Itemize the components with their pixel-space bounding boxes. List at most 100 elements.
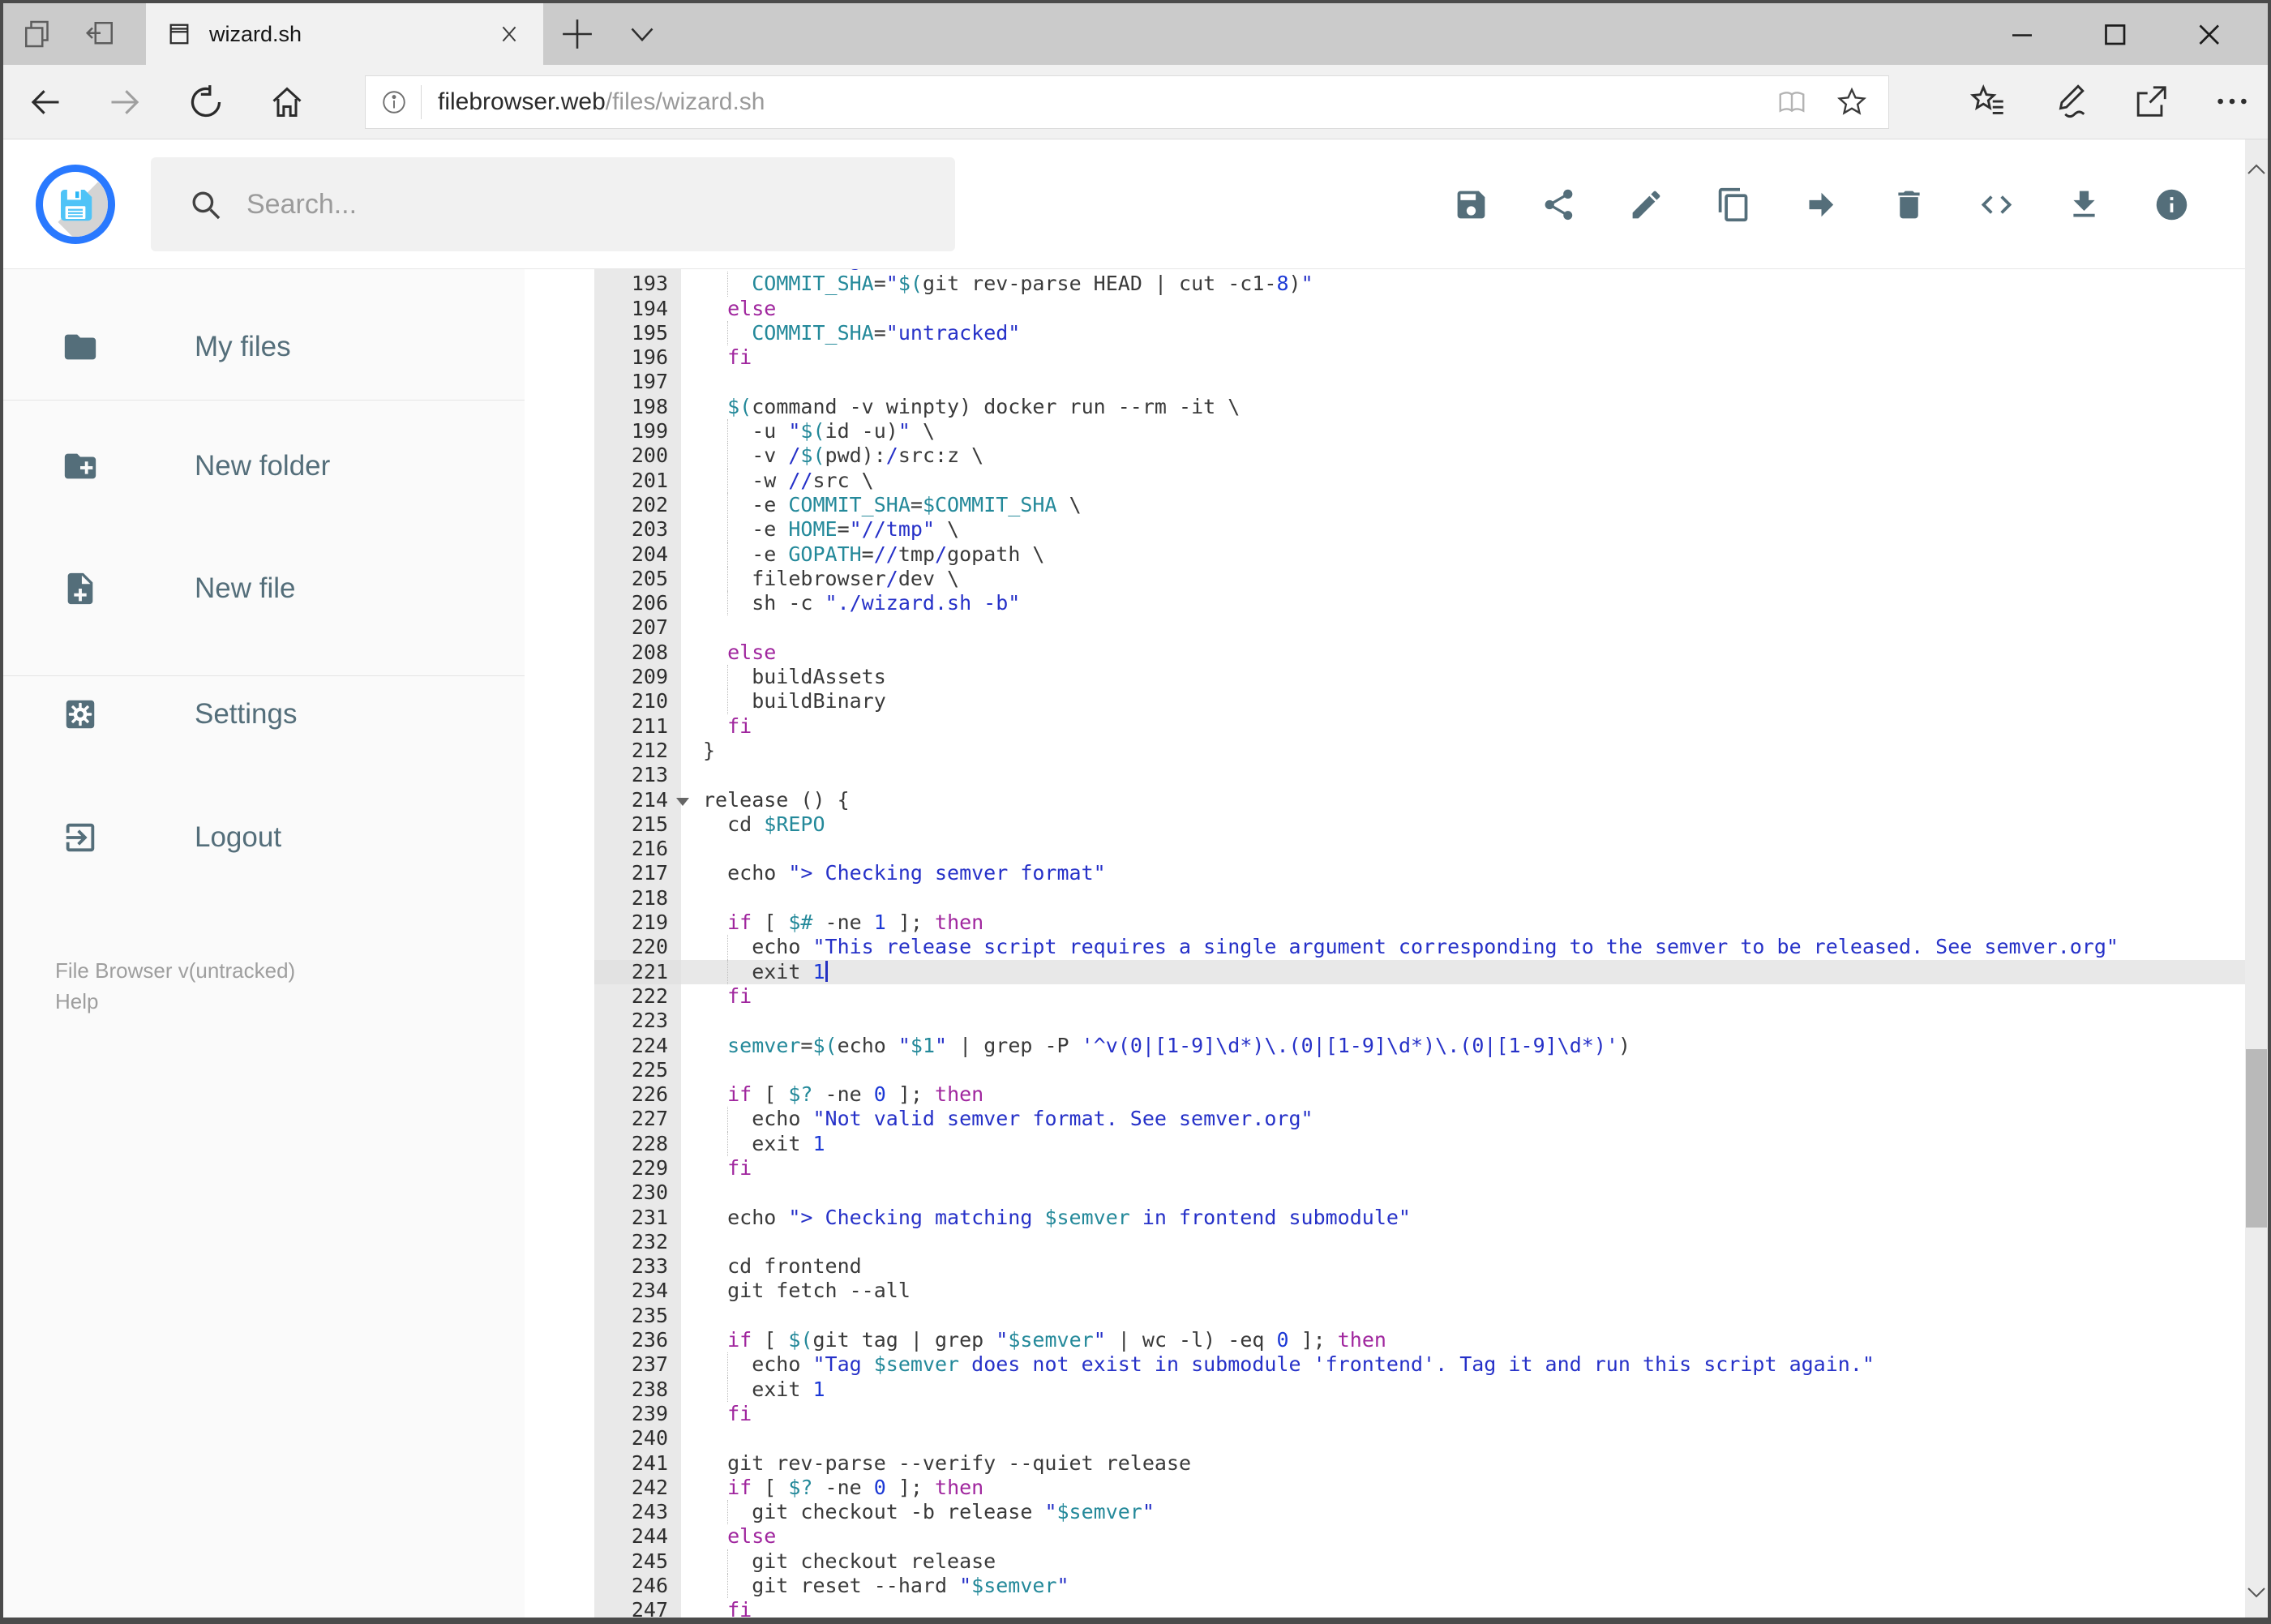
code-text[interactable]: fi: [681, 714, 2268, 739]
code-text[interactable]: release () {: [681, 788, 2268, 812]
maximize-button[interactable]: [2092, 15, 2137, 54]
code-line[interactable]: 231 echo "> Checking matching $semver in…: [525, 1205, 2268, 1230]
code-text[interactable]: [681, 1058, 2268, 1082]
code-line[interactable]: 230: [525, 1181, 2268, 1206]
code-text[interactable]: [681, 1181, 2268, 1205]
move-button[interactable]: [1803, 186, 1840, 223]
code-text[interactable]: echo "> Checking semver format": [681, 861, 2268, 885]
code-line[interactable]: 218: [525, 885, 2268, 911]
code-line[interactable]: 244 else: [525, 1524, 2268, 1549]
edit-button[interactable]: [1628, 186, 1665, 223]
code-text[interactable]: -u "$(id -u)" \: [681, 419, 2268, 444]
code-line[interactable]: 235: [525, 1303, 2268, 1329]
sidebar-item-logout[interactable]: Logout: [3, 809, 525, 866]
minimize-button[interactable]: [1999, 15, 2045, 54]
forward-button[interactable]: [107, 84, 143, 120]
new-tab-icon[interactable]: [556, 13, 598, 55]
code-text[interactable]: echo "Tag $semver does not exist in subm…: [681, 1352, 2268, 1378]
code-text[interactable]: [681, 1426, 2268, 1450]
code-line[interactable]: 204 -e GOPATH=//tmp/gopath \: [525, 542, 2268, 567]
code-text[interactable]: echo "This release script requires a sin…: [681, 935, 2268, 960]
code-text[interactable]: if [ $? -ne 0 ]; then: [681, 1082, 2268, 1107]
code-text[interactable]: if [ $? -ne 0 ]; then: [681, 1476, 2268, 1500]
refresh-button[interactable]: [188, 84, 224, 120]
save-button[interactable]: [1453, 186, 1489, 223]
code-line[interactable]: 241 git rev-parse --verify --quiet relea…: [525, 1450, 2268, 1476]
code-line[interactable]: 197: [525, 370, 2268, 395]
code-line[interactable]: 210 buildBinary: [525, 689, 2268, 714]
home-button[interactable]: [269, 84, 305, 120]
sidebar-item-new-folder[interactable]: New folder: [3, 438, 525, 495]
code-line[interactable]: 201 -w //src \: [525, 468, 2268, 493]
code-text[interactable]: filebrowser/dev \: [681, 566, 2268, 592]
code-line[interactable]: 193 COMMIT_SHA="$(git rev-parse HEAD | c…: [525, 272, 2268, 297]
code-line[interactable]: 229 fi: [525, 1155, 2268, 1181]
code-line[interactable]: 222 fi: [525, 983, 2268, 1009]
tabs-aside-icon[interactable]: [84, 18, 117, 50]
code-text[interactable]: fi: [681, 1598, 2268, 1618]
code-line[interactable]: 233 cd frontend: [525, 1254, 2268, 1279]
sidebar-item-new-file[interactable]: New file: [3, 560, 525, 617]
code-line[interactable]: 206 sh -c "./wizard.sh -b": [525, 591, 2268, 616]
code-text[interactable]: exit 1: [681, 1131, 2268, 1156]
code-line[interactable]: 216: [525, 837, 2268, 862]
code-line[interactable]: 220 echo "This release script requires a…: [525, 935, 2268, 960]
code-text[interactable]: git reset --hard "$semver": [681, 1574, 2268, 1599]
code-line[interactable]: 198 $(command -v winpty) docker run --rm…: [525, 394, 2268, 420]
code-text[interactable]: git fetch --all: [681, 1279, 2268, 1303]
code-line[interactable]: 236 if [ $(git tag | grep "$semver" | wc…: [525, 1328, 2268, 1353]
code-text[interactable]: [681, 763, 2268, 787]
code-line[interactable]: 199 -u "$(id -u)" \: [525, 419, 2268, 444]
code-text[interactable]: fi: [681, 1402, 2268, 1426]
code-line[interactable]: 214 release () {: [525, 787, 2268, 812]
filebrowser-logo[interactable]: [36, 165, 115, 244]
reading-view-icon[interactable]: [1776, 87, 1807, 118]
code-text[interactable]: -e COMMIT_SHA=$COMMIT_SHA \: [681, 492, 2268, 518]
download-button[interactable]: [2066, 186, 2102, 223]
code-line[interactable]: 245 git checkout release: [525, 1549, 2268, 1575]
code-line[interactable]: 209 buildAssets: [525, 665, 2268, 690]
code-line[interactable]: 240: [525, 1426, 2268, 1451]
code-text[interactable]: [681, 615, 2268, 640]
scroll-down-icon[interactable]: [2247, 1585, 2266, 1600]
code-text[interactable]: sh -c "./wizard.sh -b": [681, 591, 2268, 616]
code-text[interactable]: git checkout -b release "$semver": [681, 1500, 2268, 1525]
code-line[interactable]: 211 fi: [525, 713, 2268, 739]
code-text[interactable]: git rev-parse --verify --quiet release: [681, 1451, 2268, 1476]
tab-preview-icon[interactable]: [21, 18, 54, 50]
web-note-pen-icon[interactable]: [2051, 83, 2089, 120]
code-text[interactable]: -e GOPATH=//tmp/gopath \: [681, 542, 2268, 567]
code-text[interactable]: git checkout release: [681, 1549, 2268, 1575]
delete-button[interactable]: [1891, 186, 1927, 223]
code-line[interactable]: 238 exit 1: [525, 1377, 2268, 1402]
browser-tab[interactable]: wizard.sh: [146, 3, 543, 65]
code-text[interactable]: exit 1: [681, 959, 2268, 984]
code-text[interactable]: else: [681, 297, 2268, 321]
code-line[interactable]: 195 COMMIT_SHA="untracked": [525, 320, 2268, 346]
code-text[interactable]: if [ $(git tag | grep "$semver" | wc -l)…: [681, 1328, 2268, 1352]
code-line[interactable]: 242 if [ $? -ne 0 ]; then: [525, 1475, 2268, 1501]
share-page-icon[interactable]: [2132, 83, 2170, 120]
code-text[interactable]: fi: [681, 1156, 2268, 1181]
code-line[interactable]: 219 if [ $# -ne 1 ]; then: [525, 911, 2268, 936]
code-text[interactable]: -w //src \: [681, 468, 2268, 493]
address-bar[interactable]: filebrowser.web/files/wizard.sh: [365, 75, 1889, 129]
code-line[interactable]: 215 cd $REPO: [525, 812, 2268, 838]
code-text[interactable]: -e HOME="//tmp" \: [681, 517, 2268, 542]
sidebar-item-settings[interactable]: Settings: [3, 686, 525, 743]
code-text[interactable]: [681, 886, 2268, 911]
code-line[interactable]: 196 fi: [525, 345, 2268, 371]
code-text[interactable]: [681, 1230, 2268, 1254]
code-button[interactable]: [1978, 186, 2015, 223]
favorite-star-icon[interactable]: [1836, 87, 1867, 118]
code-line[interactable]: 247 fi: [525, 1598, 2268, 1618]
code-text[interactable]: [681, 1304, 2268, 1328]
code-text[interactable]: COMMIT_SHA="$(git rev-parse HEAD | cut -…: [681, 272, 2268, 297]
code-text[interactable]: [681, 370, 2268, 394]
code-text[interactable]: semver=$(echo "$1" | grep -P '^v(0|[1-9]…: [681, 1034, 2268, 1058]
code-editor[interactable]: 192 if [ -d ".git" ]; then193 COMMIT_SHA…: [525, 269, 2268, 1618]
code-line[interactable]: 223: [525, 1009, 2268, 1034]
code-text[interactable]: -v /$(pwd):/src:z \: [681, 443, 2268, 469]
code-text[interactable]: else: [681, 1524, 2268, 1549]
code-line[interactable]: 221 exit 1: [525, 959, 2268, 984]
